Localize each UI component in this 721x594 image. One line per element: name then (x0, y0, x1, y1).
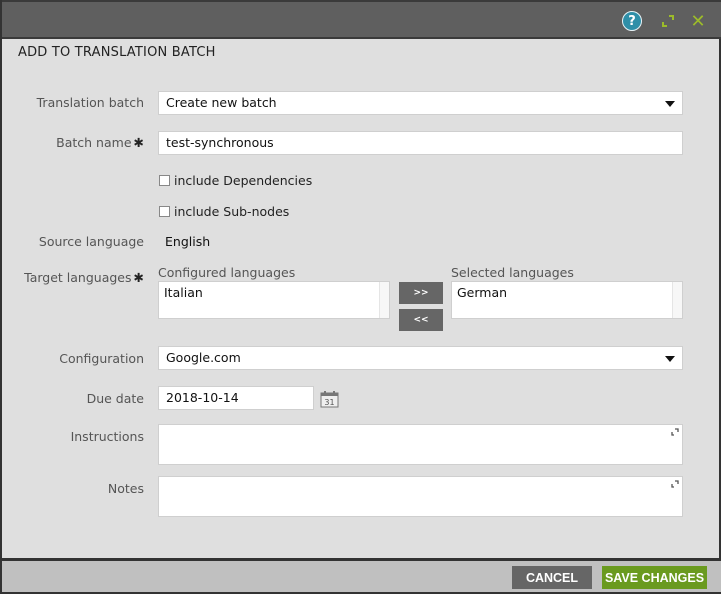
calendar-day: 31 (324, 398, 334, 407)
configuration-select[interactable]: Google.com (158, 346, 683, 370)
configured-languages-label: Configured languages (158, 265, 296, 280)
notes-textarea[interactable] (158, 476, 683, 517)
configured-languages-scrollbar[interactable] (379, 282, 389, 318)
selected-languages-scrollbar[interactable] (672, 282, 682, 318)
configuration-label: Configuration (59, 351, 144, 366)
batch-name-label-text: Batch name (56, 135, 132, 150)
chevron-down-icon (665, 356, 675, 362)
instructions-label: Instructions (70, 429, 144, 444)
required-icon: ✱ (133, 270, 144, 285)
expand-icon[interactable] (658, 11, 678, 31)
configuration-value: Google.com (166, 350, 241, 365)
include-subnodes-checkbox[interactable] (159, 206, 170, 217)
help-icon[interactable]: ? (622, 11, 642, 31)
selected-languages-list[interactable]: German (451, 281, 683, 319)
configured-languages-list[interactable]: Italian (158, 281, 390, 319)
remove-language-button[interactable]: << (399, 309, 443, 331)
translation-batch-label: Translation batch (36, 95, 144, 110)
include-dependencies-label: include Dependencies (174, 173, 313, 188)
notes-label: Notes (107, 481, 144, 496)
expand-textarea-icon[interactable] (671, 428, 679, 436)
due-date-input[interactable]: 2018-10-14 (158, 386, 314, 410)
required-icon: ✱ (133, 135, 144, 150)
dialog-title: ADD TO TRANSLATION BATCH (18, 45, 216, 60)
batch-name-label: Batch name ✱ (56, 135, 144, 150)
dialog-titlebar: ? ✕ (2, 0, 721, 39)
cancel-button[interactable]: CANCEL (512, 566, 592, 589)
expand-textarea-icon[interactable] (671, 480, 679, 488)
add-to-translation-batch-dialog: ? ✕ ADD TO TRANSLATION BATCH Translation… (0, 0, 721, 594)
include-dependencies-checkbox-row[interactable]: include Dependencies (159, 173, 312, 188)
source-language-label: Source language (38, 234, 144, 249)
chevron-down-icon (665, 101, 675, 107)
target-languages-label: Target languages ✱ (24, 270, 144, 285)
include-subnodes-label: include Sub-nodes (174, 204, 290, 219)
translation-batch-value: Create new batch (166, 95, 277, 110)
batch-name-input[interactable]: test-synchronous (158, 131, 683, 155)
calendar-icon[interactable]: 31 (320, 390, 339, 408)
selected-languages-label: Selected languages (451, 265, 574, 280)
instructions-textarea[interactable] (158, 424, 683, 465)
save-changes-button[interactable]: SAVE CHANGES (602, 566, 707, 589)
selected-language-item[interactable]: German (457, 285, 677, 300)
translation-batch-select[interactable]: Create new batch (158, 91, 683, 115)
close-icon[interactable]: ✕ (688, 11, 708, 32)
source-language-value: English (165, 234, 211, 249)
include-dependencies-checkbox[interactable] (159, 175, 170, 186)
configured-language-item[interactable]: Italian (164, 285, 384, 300)
target-languages-label-text: Target languages (24, 270, 132, 285)
dialog-footer: CANCEL SAVE CHANGES (2, 558, 721, 592)
due-date-label: Due date (86, 391, 144, 406)
add-language-button[interactable]: >> (399, 282, 443, 304)
include-subnodes-checkbox-row[interactable]: include Sub-nodes (159, 204, 289, 219)
